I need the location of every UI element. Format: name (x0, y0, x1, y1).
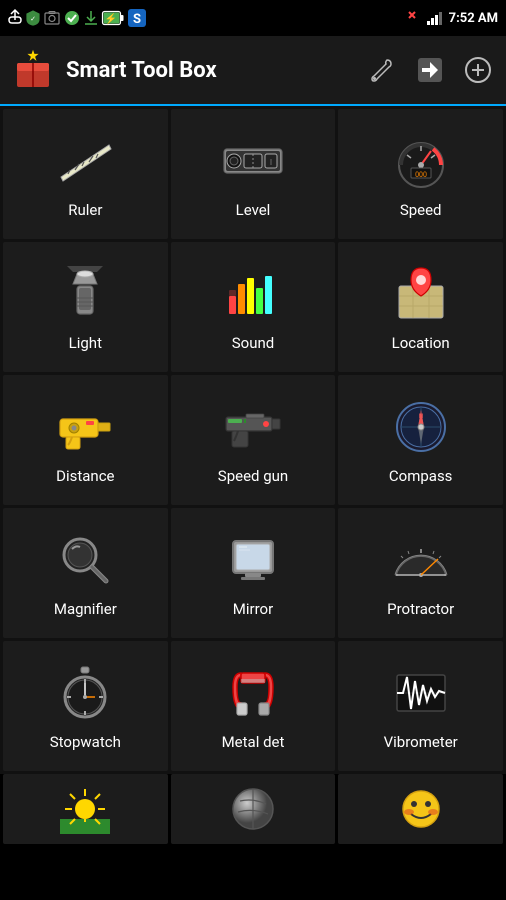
stopwatch-icon (53, 661, 117, 725)
mirror-icon (221, 528, 285, 592)
protractor-icon (389, 528, 453, 592)
magnifier-label: Magnifier (54, 600, 117, 618)
vibrometer-icon (389, 661, 453, 725)
battery-icon: ⚡ (102, 11, 124, 25)
compass-label: Compass (389, 467, 453, 485)
bottom-tool-mask[interactable] (338, 774, 503, 844)
compass-icon: N (389, 395, 453, 459)
level-icon (221, 129, 285, 193)
tool-sound[interactable]: Sound (171, 242, 336, 372)
download-icon (84, 10, 98, 26)
photo-icon (44, 11, 60, 25)
signal-icon (427, 11, 445, 25)
tool-compass[interactable]: N Compass (338, 375, 503, 505)
mask-icon (398, 786, 444, 832)
bottom-tool-ball[interactable] (171, 774, 336, 844)
speed-gun-icon (221, 395, 285, 459)
tool-speed[interactable]: 000 Speed (338, 109, 503, 239)
app-bar: Smart Tool Box (0, 36, 506, 106)
sound-label: Sound (232, 334, 274, 352)
app-title: Smart Tool Box (66, 58, 366, 83)
tool-level[interactable]: Level (171, 109, 336, 239)
stopwatch-label: Stopwatch (50, 733, 121, 751)
svg-text:✓: ✓ (30, 15, 36, 23)
shield-icon: ✓ (26, 10, 40, 26)
tool-distance[interactable]: Distance (3, 375, 168, 505)
metal-det-label: Metal det (222, 733, 285, 751)
status-time-area: 7:52 AM (407, 10, 498, 26)
mirror-label: Mirror (233, 600, 273, 618)
app-logo (12, 49, 54, 91)
metal-det-icon (221, 661, 285, 725)
tool-metal-det[interactable]: Metal det (171, 641, 336, 771)
add-icon[interactable] (462, 54, 494, 86)
speed-icon: 000 (389, 129, 453, 193)
distance-icon (53, 395, 117, 459)
tool-vibrometer[interactable]: Vibrometer (338, 641, 503, 771)
status-bar: ✓ ⚡ S (0, 0, 506, 36)
sun-icon (60, 784, 110, 834)
status-icons-left: ✓ ⚡ S (8, 9, 146, 27)
svg-text:N: N (419, 413, 423, 420)
ball-icon (230, 786, 276, 832)
time-display: 7:52 AM (449, 11, 498, 26)
bottom-tool-sun[interactable] (3, 774, 168, 844)
bottom-row (0, 774, 506, 847)
tool-speed-gun[interactable]: Speed gun (171, 375, 336, 505)
speed-gun-label: Speed gun (218, 467, 288, 485)
level-label: Level (236, 201, 271, 219)
ruler-label: Ruler (68, 201, 102, 219)
tool-stopwatch[interactable]: Stopwatch (3, 641, 168, 771)
wrench-icon[interactable] (366, 54, 398, 86)
tool-mirror[interactable]: Mirror (171, 508, 336, 638)
svg-text:⚡: ⚡ (105, 12, 117, 25)
check-icon (64, 10, 80, 26)
app-bar-actions (366, 54, 494, 86)
tool-ruler[interactable]: Ruler (3, 109, 168, 239)
ruler-icon (53, 129, 117, 193)
location-icon (389, 262, 453, 326)
tool-protractor[interactable]: Protractor (338, 508, 503, 638)
location-label: Location (392, 334, 450, 352)
light-label: Light (69, 334, 102, 352)
protractor-label: Protractor (387, 600, 454, 618)
svg-text:S: S (133, 12, 141, 27)
tool-location[interactable]: Location (338, 242, 503, 372)
svg-text:000: 000 (415, 171, 427, 179)
speed-label: Speed (400, 201, 442, 219)
tool-light[interactable]: Light (3, 242, 168, 372)
light-icon (53, 262, 117, 326)
tool-magnifier[interactable]: Magnifier (3, 508, 168, 638)
navigate-icon[interactable] (414, 54, 446, 86)
distance-label: Distance (56, 467, 114, 485)
vibrometer-label: Vibrometer (384, 733, 458, 751)
s-app-icon: S (128, 9, 146, 27)
usb-icon (8, 10, 22, 26)
no-signal-icon (407, 10, 423, 26)
tools-grid: Ruler Level (0, 106, 506, 774)
magnifier-icon (53, 528, 117, 592)
sound-icon (221, 262, 285, 326)
